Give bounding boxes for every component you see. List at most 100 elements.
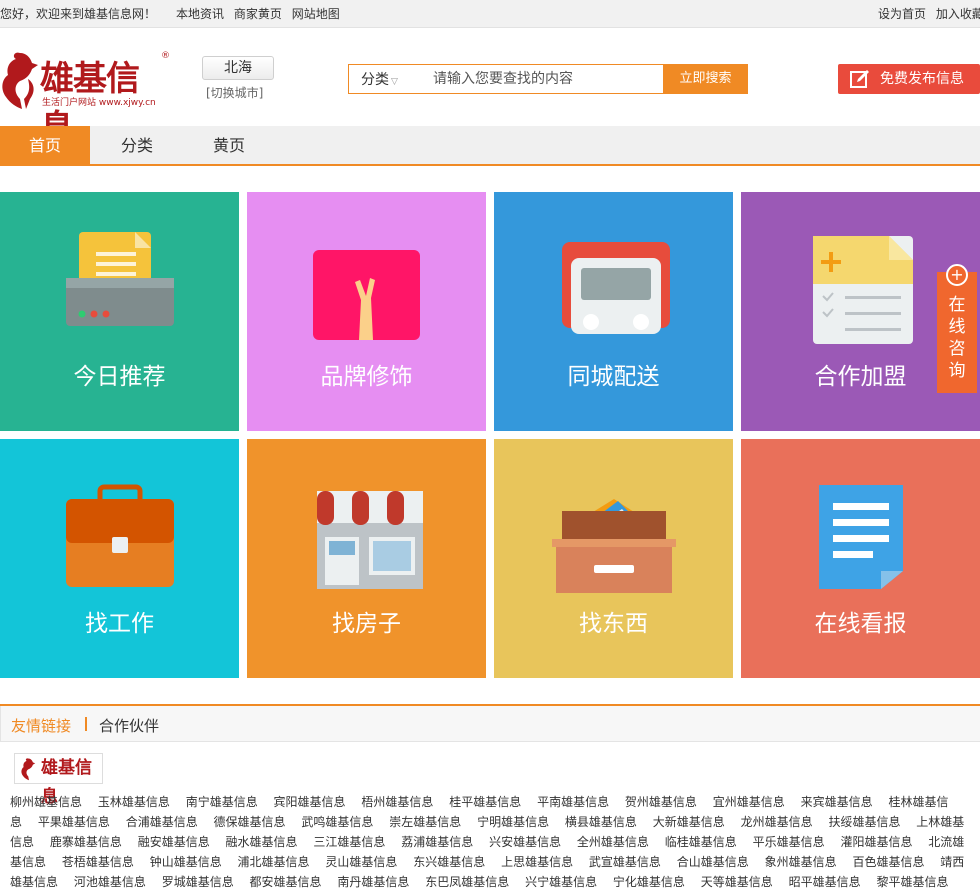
friend-link[interactable]: 南宁雄基信息 (186, 795, 258, 809)
tile-delivery[interactable]: 同城配送 (494, 192, 733, 431)
friend-link[interactable]: 大新雄基信息 (653, 815, 725, 829)
main-nav: 首页 分类 黄页 (0, 126, 980, 166)
set-homepage-link[interactable]: 设为首页 (878, 7, 926, 21)
rooster-icon (2, 52, 38, 109)
tile-online-newspaper[interactable]: 在线看报 (741, 439, 980, 678)
friend-link[interactable]: 荔浦雄基信息 (401, 835, 473, 849)
search-category-select[interactable]: 分类 ▽ (361, 65, 398, 97)
friend-link[interactable]: 兴宁雄基信息 (525, 875, 597, 889)
friend-links-list: 柳州雄基信息 玉林雄基信息 南宁雄基信息 宾阳雄基信息 梧州雄基信息 桂平雄基信… (10, 792, 972, 891)
partners-tab[interactable]: 合作伙伴 (99, 715, 159, 736)
friend-link[interactable]: 宾阳雄基信息 (274, 795, 346, 809)
friend-link[interactable]: 宁化雄基信息 (613, 875, 685, 889)
friend-link[interactable]: 三江雄基信息 (313, 835, 385, 849)
friend-link[interactable]: 罗城雄基信息 (162, 875, 234, 889)
friend-link[interactable]: 百色雄基信息 (852, 855, 924, 869)
shop-icon (317, 491, 423, 589)
friend-link[interactable]: 象州雄基信息 (765, 855, 837, 869)
friend-link[interactable]: 宜州雄基信息 (713, 795, 785, 809)
friend-link[interactable]: 梧州雄基信息 (361, 795, 433, 809)
friend-links-section: 友情链接 合作伙伴 雄基信息 柳州雄基信息 玉林雄基信息 南宁雄基信息 宾阳雄基… (0, 704, 980, 891)
friend-link[interactable]: 桂平雄基信息 (449, 795, 521, 809)
sitemap-link[interactable]: 网站地图 (292, 7, 340, 21)
friend-link[interactable]: 上思雄基信息 (501, 855, 573, 869)
tile-label: 在线看报 (814, 611, 907, 637)
printer-icon (66, 232, 174, 326)
tile-find-things[interactable]: 找东西 (494, 439, 733, 678)
friend-link[interactable]: 横县雄基信息 (565, 815, 637, 829)
publish-button[interactable]: 免费发布信息 (838, 64, 980, 94)
friend-link[interactable]: 合浦雄基信息 (126, 815, 198, 829)
top-links: 本地资讯 商家黄页 网站地图 (176, 0, 346, 27)
partner-logo[interactable]: 雄基信息 (14, 753, 103, 807)
friend-link[interactable]: 德保雄基信息 (214, 815, 286, 829)
tile-brand-decor[interactable]: 品牌修饰 (247, 192, 486, 431)
switch-city-link[interactable]: [切换城市] (206, 84, 263, 101)
friend-link[interactable]: 灌阳雄基信息 (840, 835, 912, 849)
search-button[interactable]: 立即搜索 (663, 64, 748, 94)
friend-link[interactable]: 河池雄基信息 (74, 875, 146, 889)
tile-today-recommend[interactable]: 今日推荐 (0, 192, 239, 431)
chevron-down-icon: ▽ (391, 77, 398, 87)
search-category-label: 分类 (361, 72, 389, 88)
friend-link[interactable]: 平果雄基信息 (38, 815, 110, 829)
friend-link[interactable]: 东兴雄基信息 (413, 855, 485, 869)
tile-label: 找东西 (579, 611, 648, 637)
tab-home[interactable]: 首页 (0, 126, 90, 164)
top-bar: 您好，欢迎来到雄基信息网！ 本地资讯 商家黄页 网站地图 设为首页 加入收藏 (0, 0, 980, 28)
friend-link[interactable]: 崇左雄基信息 (389, 815, 461, 829)
online-consult-button[interactable]: + 在线咨询 (937, 264, 977, 393)
friend-link[interactable]: 浦北雄基信息 (238, 855, 310, 869)
friend-link[interactable]: 临桂雄基信息 (665, 835, 737, 849)
edit-icon (850, 70, 869, 88)
friend-link[interactable]: 柳州雄基信息 (10, 795, 82, 809)
friend-link[interactable]: 平南雄基信息 (537, 795, 609, 809)
friend-link[interactable]: 融水雄基信息 (226, 835, 298, 849)
friend-link[interactable]: 黎平雄基信息 (876, 875, 948, 889)
friend-link[interactable]: 东巴凤雄基信息 (425, 875, 509, 889)
friend-link[interactable]: 苍梧雄基信息 (62, 855, 134, 869)
friend-link[interactable]: 玉林雄基信息 (98, 795, 170, 809)
add-favorite-link[interactable]: 加入收藏 (936, 7, 980, 21)
friend-link[interactable]: 灵山雄基信息 (325, 855, 397, 869)
tile-label: 找工作 (85, 611, 154, 637)
friend-link[interactable]: 鹿寨雄基信息 (50, 835, 122, 849)
friend-link[interactable]: 贺州雄基信息 (625, 795, 697, 809)
tile-find-house[interactable]: 找房子 (247, 439, 486, 678)
friend-link[interactable]: 平乐雄基信息 (753, 835, 825, 849)
friend-link[interactable]: 天等雄基信息 (701, 875, 773, 889)
top-right-links: 设为首页 加入收藏 (878, 0, 980, 27)
search-input[interactable] (433, 66, 661, 92)
friend-link[interactable]: 武宣雄基信息 (589, 855, 661, 869)
tab-category[interactable]: 分类 (92, 126, 182, 164)
friend-link[interactable]: 宁明雄基信息 (477, 815, 549, 829)
rooster-icon (21, 758, 36, 781)
newspaper-icon (819, 485, 903, 589)
friend-link[interactable]: 龙州雄基信息 (741, 815, 813, 829)
site-logo[interactable]: 雄基信息 ® 生活门户网站 www.xjwy.cn (0, 47, 170, 148)
friend-link[interactable]: 南丹雄基信息 (337, 875, 409, 889)
friend-links-header: 友情链接 合作伙伴 (0, 706, 980, 742)
friend-link[interactable]: 全州雄基信息 (577, 835, 649, 849)
header: 雄基信息 ® 生活门户网站 www.xjwy.cn 北海 [切换城市] 分类▽ … (0, 29, 980, 148)
divider (85, 717, 87, 731)
brand-tagline: 生活门户网站 www.xjwy.cn (42, 98, 156, 108)
friend-link[interactable]: 合山雄基信息 (677, 855, 749, 869)
friend-link[interactable]: 武鸣雄基信息 (301, 815, 373, 829)
tile-find-job[interactable]: 找工作 (0, 439, 239, 678)
friend-link[interactable]: 钟山雄基信息 (150, 855, 222, 869)
business-directory-link[interactable]: 商家黄页 (234, 7, 282, 21)
current-city[interactable]: 北海 (202, 56, 274, 80)
friend-link[interactable]: 兴安雄基信息 (489, 835, 561, 849)
local-news-link[interactable]: 本地资讯 (176, 7, 224, 21)
friend-link[interactable]: 都安雄基信息 (250, 875, 322, 889)
friend-link[interactable]: 来宾雄基信息 (801, 795, 873, 809)
tile-label: 品牌修饰 (320, 364, 413, 390)
friend-link[interactable]: 昭平雄基信息 (789, 875, 861, 889)
tab-yellow-pages[interactable]: 黄页 (184, 126, 274, 164)
search-bar: 分类▽ 立即搜索 (348, 64, 748, 94)
friend-link[interactable]: 扶绥雄基信息 (828, 815, 900, 829)
friend-link[interactable]: 融安雄基信息 (138, 835, 210, 849)
friend-links-tab[interactable]: 友情链接 (11, 715, 71, 736)
welcome-text: 您好，欢迎来到雄基信息网！ (0, 7, 157, 21)
